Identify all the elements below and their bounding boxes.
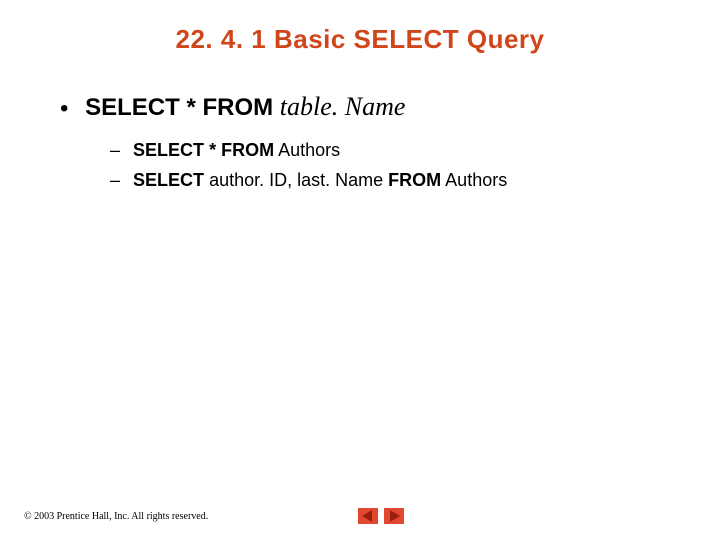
slide-title: 22. 4. 1 Basic SELECT Query bbox=[0, 24, 720, 55]
nav-controls bbox=[358, 508, 404, 524]
keyword-select: SELECT bbox=[133, 140, 204, 160]
bullet-icon: • bbox=[60, 95, 68, 122]
prev-button[interactable] bbox=[358, 508, 378, 524]
copyright-text: © 2003 Prentice Hall, Inc. All rights re… bbox=[24, 511, 208, 522]
sub-bullet-1: – SELECT * FROM Authors bbox=[110, 140, 340, 161]
keyword-select: SELECT bbox=[85, 94, 180, 121]
placeholder-tablename: table. Name bbox=[280, 92, 406, 121]
bullet-main: • SELECT * FROM table. Name bbox=[60, 92, 405, 123]
next-button[interactable] bbox=[384, 508, 404, 524]
text-columns: author. ID, last. Name bbox=[209, 170, 383, 190]
slide: 22. 4. 1 Basic SELECT Query • SELECT * F… bbox=[0, 0, 720, 540]
keyword-select: SELECT bbox=[133, 170, 204, 190]
sub-bullet-2: – SELECT author. ID, last. Name FROM Aut… bbox=[110, 170, 507, 191]
keyword-from: FROM bbox=[388, 170, 441, 190]
keyword-from: FROM bbox=[202, 94, 273, 121]
dash-icon: – bbox=[110, 140, 120, 160]
star-wildcard: * bbox=[186, 94, 195, 121]
keyword-from: FROM bbox=[221, 140, 274, 160]
text-authors: Authors bbox=[278, 140, 340, 160]
footer: © 2003 Prentice Hall, Inc. All rights re… bbox=[24, 508, 404, 524]
text-authors: Authors bbox=[445, 170, 507, 190]
dash-icon: – bbox=[110, 170, 120, 190]
star-wildcard: * bbox=[209, 140, 216, 160]
